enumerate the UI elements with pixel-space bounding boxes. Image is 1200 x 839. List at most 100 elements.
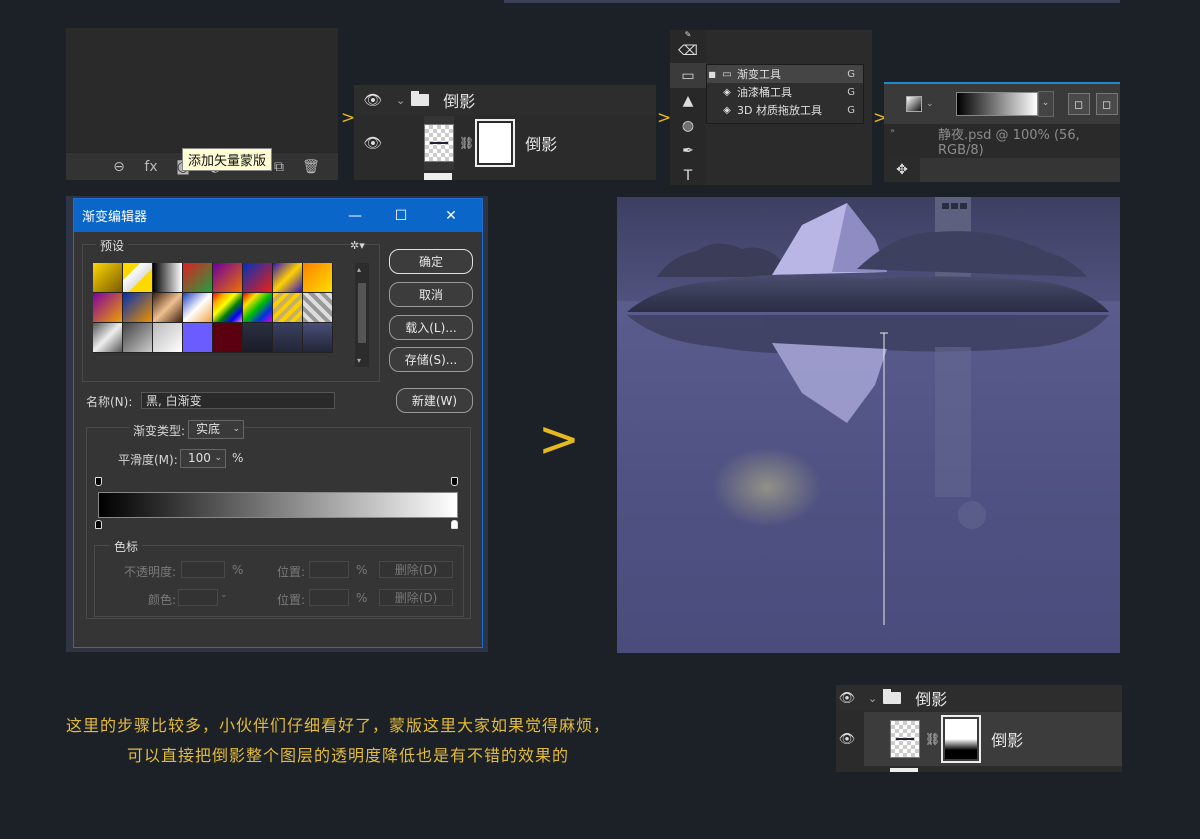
preset-swatch[interactable] [183, 293, 212, 322]
chevron-down-icon[interactable]: ⌄ [868, 692, 877, 705]
maximize-icon[interactable]: ☐ [378, 199, 424, 232]
close-icon[interactable]: ✕ [428, 199, 474, 232]
chevron-down-icon[interactable]: ⌄ [396, 94, 405, 107]
load-button[interactable]: 载入(L)... [389, 315, 473, 340]
preset-swatch[interactable] [303, 323, 332, 352]
layer-row[interactable]: 👁 ⛓ 倒影 [354, 116, 656, 170]
next-layer-thumbnail [424, 173, 452, 180]
opacity-stop-right[interactable] [451, 477, 458, 486]
tool-preset-picker[interactable] [906, 96, 922, 112]
chain-link-icon[interactable]: ⛓ [459, 136, 474, 150]
visibility-eye-icon[interactable]: 👁 [354, 91, 392, 109]
linear-gradient-button[interactable]: ◻ [1067, 93, 1090, 115]
preset-swatch[interactable] [93, 323, 122, 352]
opacity-stop-left[interactable] [95, 477, 102, 486]
save-button[interactable]: 存储(S)... [389, 347, 473, 372]
preset-swatch[interactable] [153, 263, 182, 292]
dialog-titlebar[interactable]: 渐变编辑器 — ☐ ✕ [74, 199, 482, 232]
preset-swatch[interactable] [273, 263, 302, 292]
preset-swatch[interactable] [213, 323, 242, 352]
move-tool-icon[interactable]: ✥ [884, 158, 920, 182]
chevron-down-icon: ⌄ [232, 424, 240, 434]
scroll-up-icon[interactable]: ▴ [357, 265, 361, 274]
location-label: 位置: [277, 565, 306, 579]
preset-swatch[interactable] [153, 293, 182, 322]
flyout-item-paint-bucket[interactable]: ◈ 油漆桶工具 G [707, 83, 863, 101]
visibility-eye-icon[interactable]: 👁 [836, 691, 858, 706]
dodge-tool-icon[interactable]: ◍ [670, 113, 706, 138]
delete-opacity-stop-button[interactable]: 删除(D) [379, 561, 453, 578]
gradient-type-select[interactable]: 实底 ⌄ [188, 420, 244, 439]
chevron-down-icon[interactable]: ⌄ [220, 590, 228, 600]
opacity-location-input[interactable] [309, 561, 349, 578]
panel-collapse-icon[interactable]: » [890, 126, 895, 135]
preset-swatch[interactable] [243, 293, 272, 322]
link-icon[interactable]: ⊖ [110, 159, 128, 175]
new-layer-icon[interactable]: ⧉ [270, 159, 288, 175]
scroll-down-icon[interactable]: ▾ [357, 356, 361, 365]
top-divider [504, 0, 1120, 3]
chevron-down-icon[interactable]: ⌄ [926, 99, 934, 109]
gradient-icon: ▭ [722, 68, 732, 80]
type-tool-icon[interactable]: T [670, 163, 706, 188]
delete-color-stop-button[interactable]: 删除(D) [379, 589, 453, 606]
fx-icon[interactable]: fx [142, 159, 160, 175]
scrollbar-thumb[interactable] [358, 283, 366, 343]
preset-swatch[interactable] [273, 323, 302, 352]
preset-swatch[interactable] [123, 323, 152, 352]
minimize-icon[interactable]: — [332, 199, 378, 232]
opacity-input[interactable] [181, 561, 225, 578]
options-bar-panel: ⌄ ⌄ ◻ ◻ » 静夜.psd @ 100% (56, RGB/8) ✥ [884, 82, 1120, 182]
new-button[interactable]: 新建(W) [396, 388, 473, 413]
chain-link-icon[interactable]: ⛓ [925, 732, 940, 746]
preset-swatch[interactable] [123, 293, 152, 322]
gear-icon[interactable]: ✲▾ [350, 239, 365, 252]
presets-scrollbar[interactable]: ▴ ▾ [355, 263, 369, 367]
visibility-eye-icon[interactable]: 👁 [354, 134, 392, 152]
color-stop-right[interactable] [451, 520, 458, 529]
preset-swatch[interactable] [243, 263, 272, 292]
preset-swatch[interactable] [213, 263, 242, 292]
trash-icon[interactable]: 🗑 [302, 159, 320, 175]
smoothness-select[interactable]: 100 ⌄ [180, 449, 226, 468]
group-folder-icon [411, 91, 430, 106]
pen-tool-icon[interactable]: ✒ [670, 138, 706, 163]
layer-mask-thumbnail[interactable] [941, 715, 982, 763]
layer-group-row[interactable]: 👁 ⌄ 倒影 [354, 85, 656, 115]
layer-mask-thumbnail[interactable] [475, 119, 516, 167]
gradient-dropdown[interactable]: ⌄ [1037, 91, 1054, 117]
preset-swatch[interactable] [213, 293, 242, 322]
layers-panel-bottom: 👁 ⌄ 倒影 👁 ⛓ 倒影 [836, 685, 1122, 772]
flyout-item-gradient[interactable]: ■ ▭ 渐变工具 G [707, 65, 863, 83]
name-input[interactable]: 黑, 白渐变 [141, 392, 335, 409]
radial-gradient-button[interactable]: ◻ [1095, 93, 1118, 115]
layer-group-row[interactable]: 👁 ⌄ 倒影 [836, 685, 1122, 711]
visibility-eye-icon[interactable]: 👁 [836, 732, 858, 747]
lighthouse-window [951, 203, 958, 209]
ok-button[interactable]: 确定 [389, 249, 473, 274]
preset-swatch[interactable] [183, 323, 212, 352]
color-location-input[interactable] [309, 589, 349, 606]
preset-swatch[interactable] [93, 293, 122, 322]
color-stop-left[interactable] [95, 520, 102, 529]
preset-swatch[interactable] [303, 263, 332, 292]
color-swatch[interactable] [178, 589, 218, 606]
document-tab[interactable]: » 静夜.psd @ 100% (56, RGB/8) [884, 124, 1120, 158]
preset-swatch[interactable] [153, 323, 182, 352]
gradient-bar[interactable] [98, 492, 458, 518]
gradient-tool-icon[interactable]: ▭ [670, 63, 706, 88]
preset-swatch[interactable] [123, 263, 152, 292]
gradient-preview[interactable] [955, 92, 1038, 116]
flyout-item-3d-material-drop[interactable]: ◈ 3D 材质拖放工具 G [707, 101, 863, 119]
preset-swatch[interactable] [183, 263, 212, 292]
selected-dot-icon: ■ [708, 69, 716, 79]
blur-tool-icon[interactable]: ▲ [670, 88, 706, 113]
tool-top-icon[interactable]: ✎ [670, 30, 706, 39]
preset-swatch[interactable] [303, 293, 332, 322]
cancel-button[interactable]: 取消 [389, 282, 473, 307]
preset-swatch[interactable] [243, 323, 272, 352]
preset-swatch[interactable] [273, 293, 302, 322]
layer-row[interactable]: 👁 ⛓ 倒影 [836, 712, 1122, 766]
eraser-tool-icon[interactable]: ⌫ [670, 38, 706, 63]
preset-swatch[interactable] [93, 263, 122, 292]
